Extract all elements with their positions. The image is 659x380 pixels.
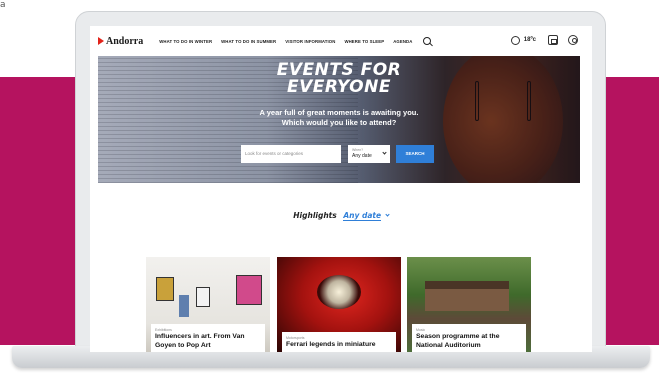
hero-subtitle: A year full of great moments is awaiting… <box>98 108 580 128</box>
nav-item-visitor-info[interactable]: VISITOR INFORMATION <box>285 39 335 44</box>
card-category: Music <box>416 328 426 332</box>
nav-item-agenda[interactable]: AGENDA <box>393 39 412 44</box>
event-card[interactable]: Exhibitions Influencers in art. From Van… <box>146 257 270 352</box>
portrait-image <box>196 287 210 307</box>
nav-item-where-to-sleep[interactable]: WHERE TO SLEEP <box>344 39 384 44</box>
card-caption: Exhibitions Influencers in art. From Van… <box>151 324 265 352</box>
date-select-label: When? <box>352 148 364 152</box>
hero-subtitle-line-1: A year full of great moments is awaiting… <box>259 108 419 117</box>
hero-subtitle-line-2: Which would you like to attend? <box>281 118 397 127</box>
auditorium-building-image <box>425 281 509 311</box>
event-card[interactable]: Motorsports Ferrari legends in miniature <box>277 257 401 352</box>
stage: a Andorra WHAT TO DO IN WINTER WHAT TO D… <box>0 0 659 380</box>
pop-art-image <box>236 275 262 305</box>
corner-mark: a <box>0 0 6 10</box>
hero-title: EVENTS FOR EVERYONE <box>98 62 580 96</box>
search-icon[interactable] <box>423 37 432 45</box>
logo-text: Andorra <box>106 35 144 47</box>
card-category: Motorsports <box>286 336 305 340</box>
event-card[interactable]: Music Season programme at the National A… <box>407 257 531 352</box>
highlights-date-filter[interactable]: Any date <box>343 211 382 221</box>
card-title-line-2: Goyen to Pop Art <box>155 342 211 349</box>
hero-banner: EVENTS FOR EVERYONE A year full of great… <box>98 56 580 183</box>
nav-item-winter[interactable]: WHAT TO DO IN WINTER <box>159 39 212 44</box>
top-navigation: Andorra WHAT TO DO IN WINTER WHAT TO DO … <box>90 26 592 56</box>
laptop-screen: Andorra WHAT TO DO IN WINTER WHAT TO DO … <box>90 26 592 352</box>
nav-item-summer[interactable]: WHAT TO DO IN SUMMER <box>221 39 276 44</box>
card-caption: Motorsports Ferrari legends in miniature <box>282 332 396 352</box>
site-logo[interactable]: Andorra <box>98 36 143 47</box>
card-caption: Music Season programme at the National A… <box>412 324 526 352</box>
hero-title-line-2: EVERYONE <box>287 77 391 97</box>
card-title-line-1: Influencers in art. From Van <box>155 333 245 340</box>
book-stand-image <box>179 295 189 317</box>
chevron-down-icon[interactable] <box>385 212 390 217</box>
card-title-line-1: Ferrari legends in miniature <box>286 341 376 348</box>
card-category: Exhibitions <box>155 328 172 332</box>
temperature-readout: 18ºc <box>523 37 536 43</box>
nav-utilities: 18ºc <box>510 35 578 45</box>
user-account-icon[interactable] <box>568 35 578 45</box>
highlights-label: Highlights <box>293 211 337 220</box>
event-search-input[interactable]: Look for events or categories <box>241 145 341 163</box>
car-headlight-image <box>317 275 361 309</box>
painting-image <box>156 277 174 301</box>
search-button[interactable]: SEARCH <box>396 145 434 163</box>
date-select[interactable]: When? Any date <box>348 145 390 163</box>
weather-sun-icon <box>510 35 520 45</box>
calendar-icon[interactable] <box>548 35 558 45</box>
highlights-heading: Highlights Any date <box>90 211 592 221</box>
card-title-line-2: National Auditorium <box>416 342 481 349</box>
date-select-value: Any date <box>352 153 372 159</box>
card-title-line-1: Season programme at the <box>416 333 500 340</box>
logo-arrow-icon <box>98 37 104 45</box>
